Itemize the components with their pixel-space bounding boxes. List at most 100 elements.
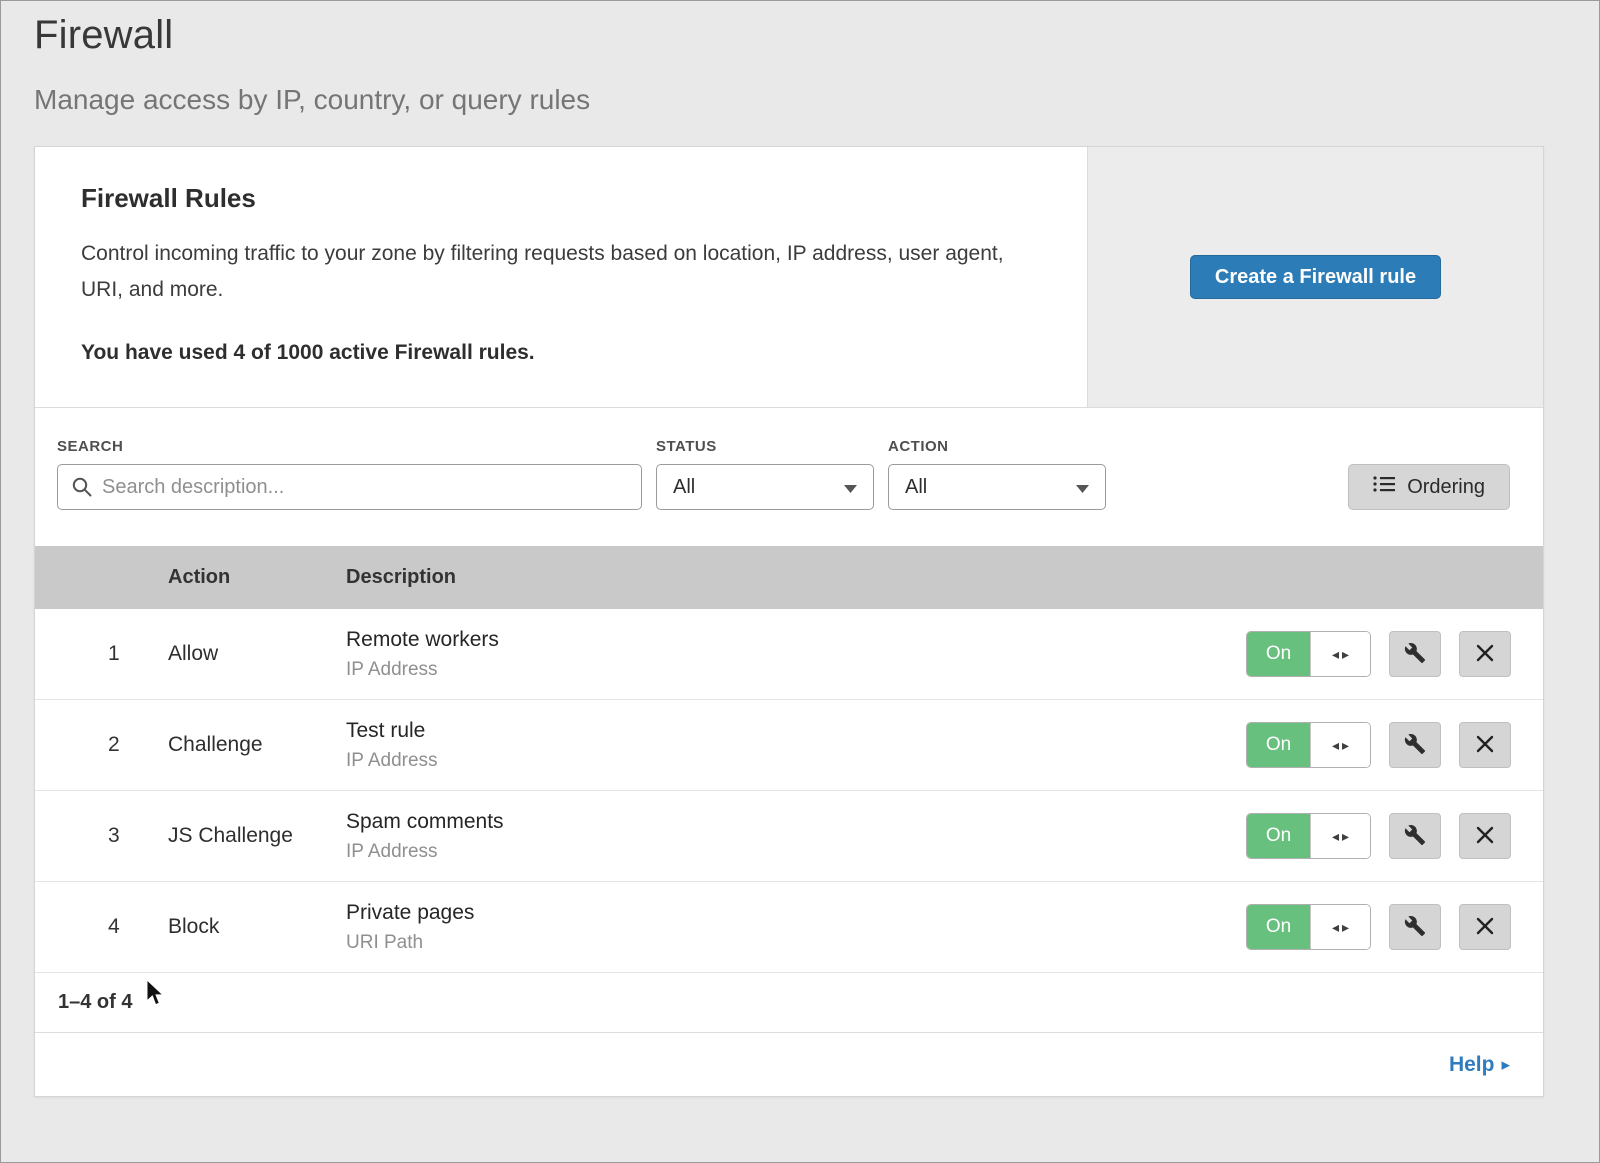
rule-description: Test rule IP Address — [346, 719, 1246, 772]
action-filter-group: ACTION All — [888, 438, 1106, 510]
rule-controls: On ◂▸ — [1246, 904, 1543, 950]
close-icon — [1476, 917, 1494, 938]
rule-match-type: IP Address — [346, 659, 1246, 681]
close-icon — [1476, 826, 1494, 847]
delete-rule-button[interactable] — [1459, 904, 1511, 950]
card-heading: Firewall Rules — [81, 183, 1017, 214]
edit-rule-button[interactable] — [1389, 631, 1441, 677]
table-row: 4 Block Private pages URI Path On ◂▸ — [35, 882, 1543, 973]
search-icon — [71, 476, 93, 503]
edit-rule-button[interactable] — [1389, 813, 1441, 859]
search-filter-group: SEARCH — [57, 438, 642, 510]
rule-description: Spam comments IP Address — [346, 810, 1246, 863]
page-subtitle: Manage access by IP, country, or query r… — [34, 84, 1599, 116]
search-input[interactable] — [57, 464, 642, 510]
search-box — [57, 464, 642, 510]
page-header: Firewall Manage access by IP, country, o… — [1, 1, 1599, 116]
action-select[interactable]: All — [888, 464, 1106, 510]
action-select-value: All — [905, 476, 927, 499]
status-filter-group: STATUS All — [656, 438, 874, 510]
rule-match-type: IP Address — [346, 841, 1246, 863]
delete-rule-button[interactable] — [1459, 631, 1511, 677]
edit-rule-button[interactable] — [1389, 904, 1441, 950]
table-row: 3 JS Challenge Spam comments IP Address … — [35, 791, 1543, 882]
rule-controls: On ◂▸ — [1246, 631, 1543, 677]
rule-enabled-toggle[interactable]: On ◂▸ — [1246, 722, 1371, 768]
wrench-icon — [1404, 642, 1426, 667]
pagination-summary: 1–4 of 4 — [35, 973, 1543, 1033]
column-header-action: Action — [168, 566, 346, 589]
wrench-icon — [1404, 824, 1426, 849]
rule-number: 3 — [35, 824, 168, 848]
rule-controls: On ◂▸ — [1246, 813, 1543, 859]
page-title: Firewall — [34, 13, 1599, 58]
rule-description-title: Private pages — [346, 901, 1246, 925]
firewall-rules-card: Firewall Rules Control incoming traffic … — [34, 146, 1544, 1097]
table-row: 2 Challenge Test rule IP Address On ◂▸ — [35, 700, 1543, 791]
rule-match-type: URI Path — [346, 932, 1246, 954]
rule-enabled-toggle[interactable]: On ◂▸ — [1246, 631, 1371, 677]
toggle-on-segment[interactable]: On — [1247, 723, 1310, 767]
table-row: 1 Allow Remote workers IP Address On ◂▸ — [35, 609, 1543, 700]
ordering-button-label: Ordering — [1407, 476, 1485, 499]
delete-rule-button[interactable] — [1459, 813, 1511, 859]
search-label: SEARCH — [57, 438, 642, 455]
status-label: STATUS — [656, 438, 874, 455]
toggle-arrows-segment[interactable]: ◂▸ — [1310, 814, 1370, 858]
toggle-arrows-segment[interactable]: ◂▸ — [1310, 723, 1370, 767]
usage-summary: You have used 4 of 1000 active Firewall … — [81, 341, 1017, 365]
toggle-on-segment[interactable]: On — [1247, 905, 1310, 949]
column-header-description: Description — [346, 566, 456, 589]
toggle-on-segment[interactable]: On — [1247, 632, 1310, 676]
action-label: ACTION — [888, 438, 1106, 455]
rule-match-type: IP Address — [346, 750, 1246, 772]
filter-bar: SEARCH STATUS All ACTION All — [35, 408, 1543, 546]
card-description: Control incoming traffic to your zone by… — [81, 236, 1017, 307]
arrow-left-icon: ◂ — [1332, 737, 1339, 754]
delete-rule-button[interactable] — [1459, 722, 1511, 768]
arrow-right-icon: ▸ — [1342, 646, 1349, 663]
arrow-left-icon: ◂ — [1332, 828, 1339, 845]
rule-description-title: Test rule — [346, 719, 1246, 743]
ordering-button[interactable]: Ordering — [1348, 464, 1510, 510]
card-top-section: Firewall Rules Control incoming traffic … — [35, 147, 1543, 408]
rule-description-title: Spam comments — [346, 810, 1246, 834]
card-intro: Firewall Rules Control incoming traffic … — [35, 147, 1087, 407]
help-link-label: Help — [1449, 1053, 1495, 1077]
rule-controls: On ◂▸ — [1246, 722, 1543, 768]
create-firewall-rule-button[interactable]: Create a Firewall rule — [1190, 255, 1441, 299]
wrench-icon — [1404, 915, 1426, 940]
rule-description-title: Remote workers — [346, 628, 1246, 652]
arrow-left-icon: ◂ — [1332, 646, 1339, 663]
rule-action: JS Challenge — [168, 824, 346, 848]
rule-description: Private pages URI Path — [346, 901, 1246, 954]
rule-action: Block — [168, 915, 346, 939]
edit-rule-button[interactable] — [1389, 722, 1441, 768]
rule-number: 1 — [35, 642, 168, 666]
rule-action: Challenge — [168, 733, 346, 757]
table-header: Action Description — [35, 546, 1543, 609]
toggle-arrows-segment[interactable]: ◂▸ — [1310, 905, 1370, 949]
help-link[interactable]: Help ▸ — [1449, 1053, 1510, 1077]
arrow-right-icon: ▸ — [1342, 919, 1349, 936]
rule-number: 2 — [35, 733, 168, 757]
rule-enabled-toggle[interactable]: On ◂▸ — [1246, 813, 1371, 859]
card-action-panel: Create a Firewall rule — [1087, 147, 1543, 407]
status-select[interactable]: All — [656, 464, 874, 510]
close-icon — [1476, 644, 1494, 665]
toggle-arrows-segment[interactable]: ◂▸ — [1310, 632, 1370, 676]
status-select-value: All — [673, 476, 695, 499]
help-row: Help ▸ — [35, 1033, 1543, 1096]
rule-number: 4 — [35, 915, 168, 939]
chevron-down-icon — [1076, 476, 1089, 499]
rule-enabled-toggle[interactable]: On ◂▸ — [1246, 904, 1371, 950]
arrow-left-icon: ◂ — [1332, 919, 1339, 936]
help-arrow-icon: ▸ — [1501, 1055, 1510, 1075]
toggle-on-segment[interactable]: On — [1247, 814, 1310, 858]
rule-action: Allow — [168, 642, 346, 666]
chevron-down-icon — [844, 476, 857, 499]
wrench-icon — [1404, 733, 1426, 758]
close-icon — [1476, 735, 1494, 756]
arrow-right-icon: ▸ — [1342, 828, 1349, 845]
ordering-list-icon — [1373, 475, 1395, 499]
